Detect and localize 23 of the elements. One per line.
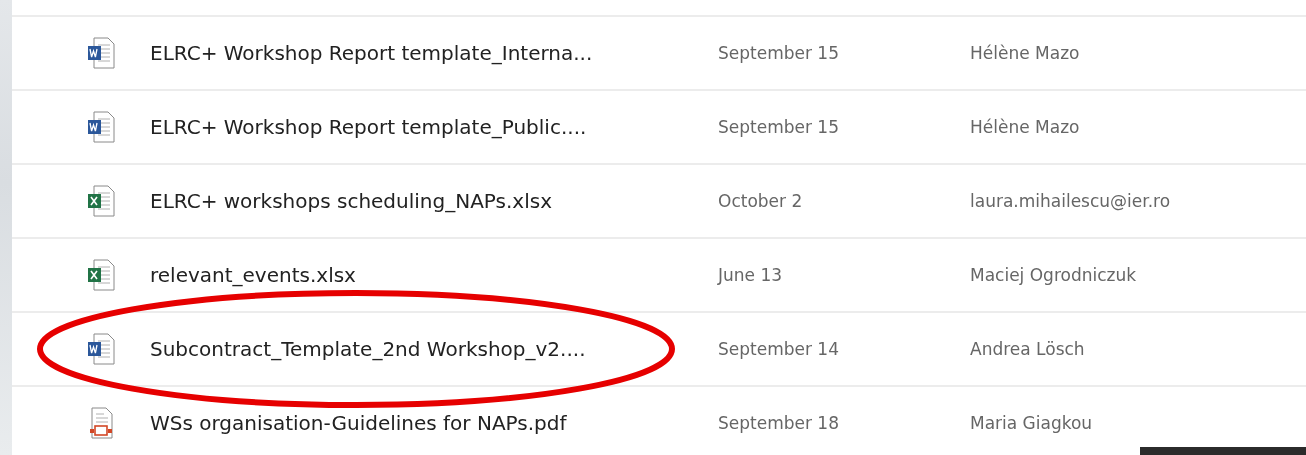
file-name[interactable]: Subcontract_Template_2nd Workshop_v2.... <box>150 337 718 361</box>
word-document-icon <box>86 37 116 69</box>
spreadsheet-icon <box>86 259 116 291</box>
file-name[interactable]: WSs organisation-Guidelines for NAPs.pdf <box>150 411 718 435</box>
author-name: Andrea Lösch <box>970 339 1085 359</box>
author-name: Maciej Ogrodniczuk <box>970 265 1137 285</box>
file-name[interactable]: ELRC+ Workshop Report template_Public.... <box>150 115 718 139</box>
file-name[interactable]: relevant_events.xlsx <box>150 263 718 287</box>
author-name: Hélène Mazo <box>970 117 1080 137</box>
word-document-icon <box>86 333 116 365</box>
file-name[interactable]: ELRC+ Workshop Report template_Interna... <box>150 41 718 65</box>
modified-date: September 15 <box>718 43 840 63</box>
modified-date: September 14 <box>718 339 840 359</box>
modified-date: September 18 <box>718 413 840 433</box>
author-name: Maria Giagkou <box>970 413 1093 433</box>
author-name: laura.mihailescu@ier.ro <box>970 191 1171 211</box>
modified-date: October 2 <box>718 191 804 211</box>
file-name[interactable]: ELRC+ workshops scheduling_NAPs.xlsx <box>150 189 718 213</box>
author-name: Hélène Mazo <box>970 43 1080 63</box>
spreadsheet-icon <box>86 185 116 217</box>
modified-date: June 13 <box>718 265 784 285</box>
word-document-icon <box>86 111 116 143</box>
modified-date: September 15 <box>718 117 840 137</box>
